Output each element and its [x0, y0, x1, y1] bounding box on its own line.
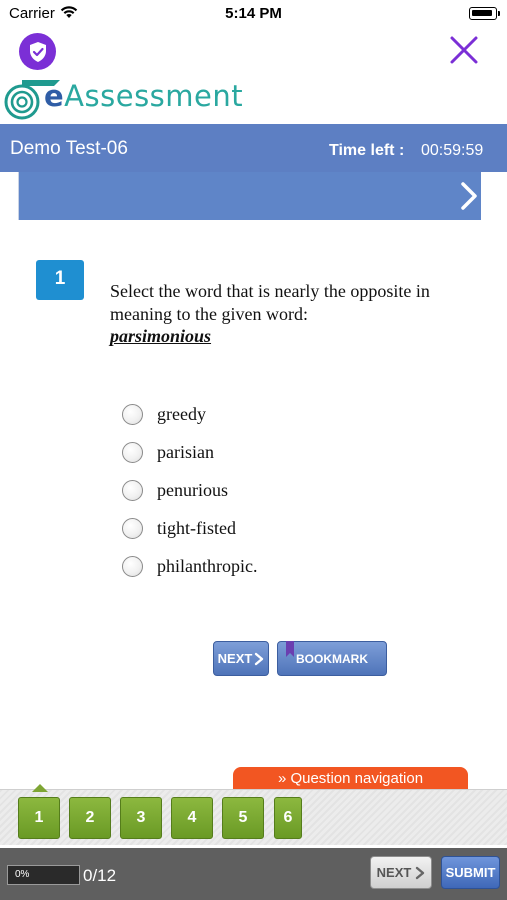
question-nav-item[interactable]: 5: [222, 797, 264, 839]
progress-bar: 0%: [7, 865, 80, 885]
radio-button[interactable]: [122, 517, 143, 539]
time-left-label: Time left :: [329, 142, 405, 159]
time-left-value: 00:59:59: [421, 142, 484, 159]
bookmark-button[interactable]: BOOKMARK: [277, 641, 387, 676]
question-nav-item[interactable]: 2: [69, 797, 111, 839]
answer-option-label: penurious: [157, 479, 228, 500]
footer-next-button[interactable]: NEXT: [370, 856, 432, 889]
radio-button[interactable]: [122, 403, 143, 425]
answer-option[interactable]: penurious: [122, 477, 382, 503]
answer-option-label: philanthropic.: [157, 555, 258, 576]
current-question-pointer-icon: [32, 784, 48, 792]
clock: 5:14 PM: [225, 5, 282, 22]
status-bar: Carrier 5:14 PM: [0, 0, 507, 28]
next-button-label: NEXT: [217, 651, 253, 666]
next-button[interactable]: NEXT: [213, 641, 269, 676]
logo-suffix: Assessment: [64, 79, 244, 113]
question-nav-item[interactable]: 1: [18, 797, 60, 839]
question-keyword: parsimonious: [110, 326, 212, 346]
answered-count: 0/12: [83, 866, 117, 885]
answer-option-label: tight-fisted: [157, 517, 236, 538]
question-navigation-tab[interactable]: » Question navigation: [233, 767, 468, 791]
answer-option[interactable]: philanthropic.: [122, 553, 382, 579]
bookmark-ribbon-icon: [286, 641, 294, 657]
question-number-badge: 1: [36, 260, 84, 300]
question-nav-item[interactable]: 3: [120, 797, 162, 839]
submit-button[interactable]: SUBMIT: [441, 856, 500, 889]
radio-button[interactable]: [122, 479, 143, 501]
shield-glyph-icon: [29, 41, 46, 62]
chevron-right-icon: [416, 866, 425, 879]
section-bar-edge: [0, 172, 19, 220]
radio-button[interactable]: [122, 555, 143, 577]
test-title: Demo Test-06: [10, 138, 128, 159]
logo-prefix: e: [44, 79, 65, 113]
radio-button[interactable]: [122, 441, 143, 463]
answer-option[interactable]: greedy: [122, 401, 382, 427]
chevron-right-icon[interactable]: [458, 181, 480, 211]
question-nav-item[interactable]: 6: [274, 797, 302, 839]
shield-check-icon[interactable]: [19, 33, 56, 70]
answer-option[interactable]: parisian: [122, 439, 382, 465]
battery-icon: [469, 7, 500, 20]
close-x-icon[interactable]: [448, 34, 480, 66]
section-bar: [19, 172, 481, 220]
question-text: Select the word that is nearly the oppos…: [110, 281, 430, 324]
answer-option[interactable]: tight-fisted: [122, 515, 382, 541]
answer-option-label: parisian: [157, 441, 214, 462]
eassessment-logo: eAssessment: [2, 76, 262, 122]
progress-percent: 0%: [15, 869, 30, 880]
question-nav-item[interactable]: 4: [171, 797, 213, 839]
footer-next-label: NEXT: [376, 865, 412, 880]
logo-wordmark: eAssessment: [44, 79, 243, 113]
chevron-right-icon: [255, 652, 264, 665]
answer-option-label: greedy: [157, 403, 206, 424]
test-header-bar: Demo Test-06 Time left : 00:59:59: [0, 124, 507, 172]
bookmark-button-label: BOOKMARK: [296, 651, 368, 666]
